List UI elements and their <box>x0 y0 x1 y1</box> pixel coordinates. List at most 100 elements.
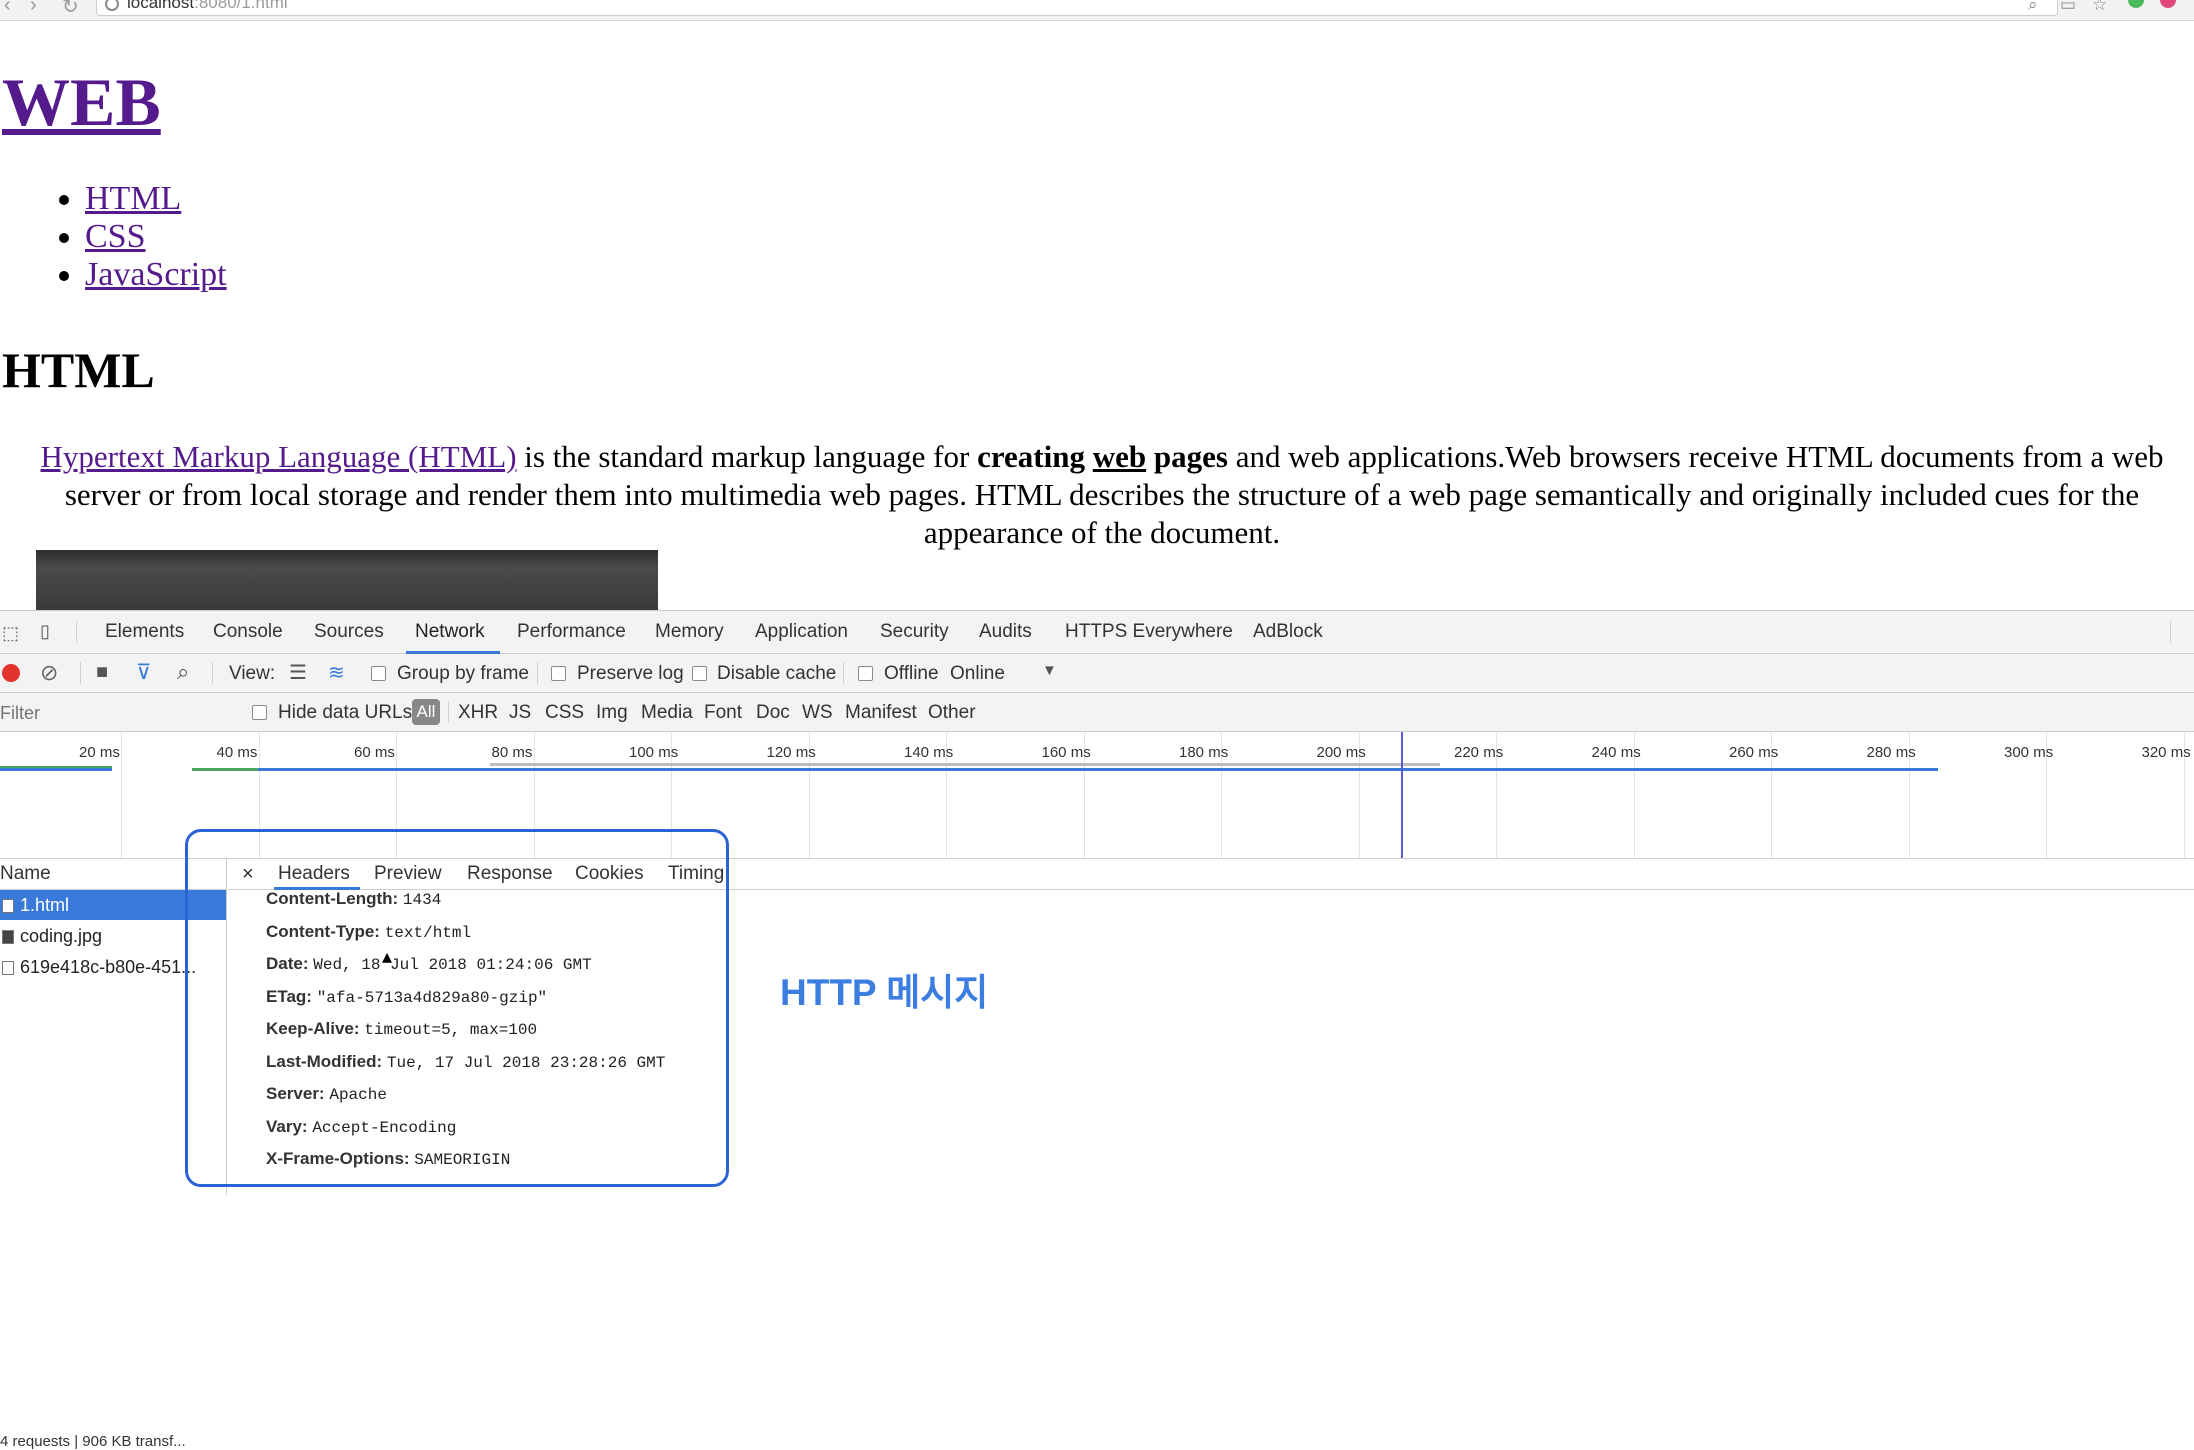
browser-toolbar: ‹ › ↻ localhost:8080/1.html ⌕ ▭ ☆ <box>0 0 2194 21</box>
timeline-tick-label: 160 ms <box>1041 744 1091 761</box>
timeline-tick-label: 60 ms <box>354 744 395 761</box>
nav-item: JavaScript <box>85 256 227 294</box>
tab-application[interactable]: Application <box>755 621 848 643</box>
nav-link-css[interactable]: CSS <box>85 218 146 255</box>
highlight-box <box>185 829 729 1187</box>
record-icon[interactable] <box>2 664 20 682</box>
url-host: localhost <box>127 0 195 12</box>
filter-type-font[interactable]: Font <box>704 702 742 724</box>
timeline-tick-label: 140 ms <box>904 744 954 761</box>
document-icon <box>2 961 14 975</box>
device-toolbar-icon[interactable]: ▯ <box>40 621 50 642</box>
search-icon[interactable]: ⌕ <box>177 659 189 685</box>
filter-type-ws[interactable]: WS <box>802 702 833 724</box>
waterfall-bar <box>192 768 258 771</box>
timeline-tick-label: 220 ms <box>1454 744 1504 761</box>
filter-input[interactable] <box>0 701 230 725</box>
large-rows-icon[interactable]: ☰ <box>289 660 307 685</box>
coding-image <box>36 550 658 610</box>
filter-type-doc[interactable]: Doc <box>756 702 790 724</box>
nav-item: CSS <box>85 218 227 256</box>
document-icon <box>2 899 14 913</box>
timeline-tick-label: 280 ms <box>1866 744 1916 761</box>
nav-item: HTML <box>85 180 227 218</box>
extension-icon[interactable] <box>2128 0 2144 8</box>
waterfall-bar <box>0 768 112 771</box>
timeline-tick-label: 120 ms <box>766 744 816 761</box>
nav-list: HTML CSS JavaScript <box>0 180 227 294</box>
timeline-tick-label: 240 ms <box>1591 744 1641 761</box>
filter-type-other[interactable]: Other <box>928 702 976 724</box>
filter-type-xhr[interactable]: XHR <box>458 702 498 724</box>
url-path: :8080/1.html <box>194 0 288 12</box>
dom-content-loaded-marker <box>1401 732 1403 858</box>
preserve-log-label: Preserve log <box>577 663 684 684</box>
overview-icon[interactable]: ≋ <box>328 660 345 685</box>
para-text: is the standard markup language for <box>516 439 978 474</box>
tab-console[interactable]: Console <box>213 621 283 643</box>
page-title[interactable]: WEB <box>2 62 161 142</box>
filter-icon[interactable]: ⊽ <box>136 660 151 685</box>
extension-icon[interactable] <box>2160 0 2176 8</box>
timeline-tick-label: 40 ms <box>216 744 258 761</box>
annotation-label: HTTP 메시지 <box>780 972 989 1013</box>
disable-cache-label: Disable cache <box>717 663 837 684</box>
tab-elements[interactable]: Elements <box>105 621 184 643</box>
devtools-tab-bar: ⬚ ▯ Elements Console Sources Network Per… <box>0 611 2194 654</box>
view-label: View: <box>229 663 276 684</box>
network-toolbar: ⊘ ■ ⊽ ⌕ View: ☰ ≋ Group by frame Preserv… <box>0 654 2194 693</box>
section-heading: HTML <box>2 342 155 398</box>
hide-data-urls-checkbox[interactable] <box>252 705 267 720</box>
forward-icon[interactable]: › <box>30 0 37 17</box>
filter-type-css[interactable]: CSS <box>545 702 584 724</box>
status-summary: 4 requests | 906 KB transf... <box>0 1433 186 1450</box>
filter-type-js[interactable]: JS <box>509 702 531 724</box>
filter-type-img[interactable]: Img <box>596 702 628 724</box>
tab-adblock[interactable]: AdBlock <box>1253 621 1323 643</box>
request-name: 619e418c-b80e-451... <box>20 957 197 977</box>
tab-security[interactable]: Security <box>880 621 949 643</box>
group-by-frame-checkbox[interactable] <box>371 666 386 681</box>
throttling-select[interactable]: Online <box>950 663 1005 685</box>
article-paragraph: Hypertext Markup Language (HTML) is the … <box>2 438 2194 552</box>
timeline-tick-label: 80 ms <box>491 744 533 761</box>
clear-icon[interactable]: ⊘ <box>40 660 58 686</box>
timeline-tick-label: 260 ms <box>1729 744 1779 761</box>
request-name: coding.jpg <box>20 926 103 946</box>
tab-network[interactable]: Network <box>415 621 485 643</box>
image-icon <box>2 930 14 944</box>
timeline-tick-label: 200 ms <box>1316 744 1366 761</box>
waterfall-bar <box>258 768 1938 771</box>
para-bold-underline: web <box>1092 439 1147 474</box>
waterfall-bar <box>490 763 1440 766</box>
reload-icon[interactable]: ↻ <box>62 0 79 19</box>
search-icon[interactable]: ⌕ <box>2028 0 2038 15</box>
mouse-cursor-icon: ▴ <box>382 946 393 968</box>
offline-label: Offline <box>884 663 939 684</box>
preserve-log-checkbox[interactable] <box>551 666 566 681</box>
disable-cache-checkbox[interactable] <box>692 666 707 681</box>
address-bar[interactable]: localhost:8080/1.html <box>96 0 2058 16</box>
chevron-down-icon[interactable]: ▼ <box>1042 662 1057 679</box>
back-icon[interactable]: ‹ <box>4 0 11 17</box>
nav-link-javascript[interactable]: JavaScript <box>85 256 227 293</box>
filter-type-all[interactable]: All <box>412 699 440 725</box>
tab-sources[interactable]: Sources <box>314 621 384 643</box>
tab-audits[interactable]: Audits <box>979 621 1032 643</box>
offline-checkbox[interactable] <box>858 666 873 681</box>
nav-link-html[interactable]: HTML <box>85 180 181 217</box>
tab-https-everywhere[interactable]: HTTPS Everywhere <box>1065 621 1233 643</box>
cast-icon[interactable]: ▭ <box>2060 0 2076 15</box>
tab-memory[interactable]: Memory <box>655 621 724 643</box>
para-bold: pages <box>1146 439 1228 474</box>
filter-bar: Hide data URLs All XHR JS CSS Img Media … <box>0 693 2194 732</box>
capture-screenshots-icon[interactable]: ■ <box>96 661 108 684</box>
bookmark-star-icon[interactable]: ☆ <box>2092 0 2107 15</box>
tab-performance[interactable]: Performance <box>517 621 626 643</box>
html-wiki-link[interactable]: Hypertext Markup Language (HTML) <box>40 439 516 474</box>
filter-type-manifest[interactable]: Manifest <box>845 702 917 724</box>
filter-type-media[interactable]: Media <box>641 702 693 724</box>
info-icon[interactable] <box>105 0 119 11</box>
inspect-element-icon[interactable]: ⬚ <box>2 623 19 644</box>
timeline-gridline <box>121 732 122 858</box>
